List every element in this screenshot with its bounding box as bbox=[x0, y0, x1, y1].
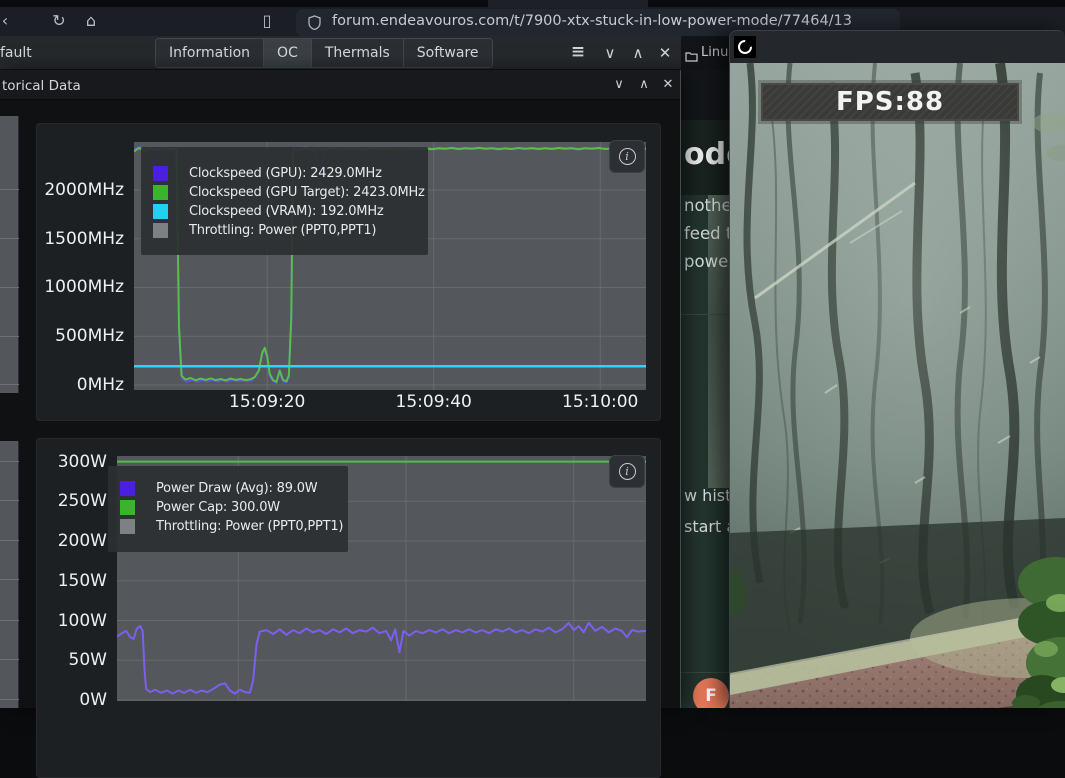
power-chart-panel: 0W 50W 100W 150W 200W 250W 300W Power Draw (Av… bbox=[36, 438, 661, 778]
browser-active-tab-edge[interactable] bbox=[488, 0, 648, 7]
legend-label: Clockspeed (GPU Target): 2423.0MHz bbox=[189, 185, 425, 200]
y-tick-label: 1000MHz bbox=[44, 277, 124, 297]
historical-data-window: torical Data ∨ ∧ ✕ 0MHz 500MHz 1000MHz 1500… bbox=[0, 70, 681, 708]
legend-swatch bbox=[153, 166, 168, 181]
clockspeed-y-axis-labels: 0MHz500MHz1000MHz1500MHz2000MHz bbox=[37, 142, 129, 390]
y-tick-label: 1500MHz bbox=[44, 229, 124, 249]
legend-row: Throttling: Power (PPT0,PPT1) bbox=[141, 221, 428, 240]
bookmarks-bar: Linu bbox=[681, 36, 729, 70]
legend-swatch bbox=[153, 223, 168, 238]
y-tick-label: 0W bbox=[79, 690, 107, 710]
tab-bar: InformationOCThermalsSoftware bbox=[155, 38, 493, 68]
tab-information[interactable]: Information bbox=[156, 39, 264, 67]
info-button[interactable]: i bbox=[609, 455, 645, 488]
game-titlebar[interactable] bbox=[730, 31, 1065, 63]
y-tick-label: 300W bbox=[58, 452, 107, 472]
bookmark-label[interactable]: Linu bbox=[701, 45, 728, 60]
y-tick-label: 50W bbox=[69, 650, 107, 670]
corectrl-window-header: fault InformationOCThermalsSoftware ≡ ∨ … bbox=[0, 36, 681, 70]
background-chart-sliver bbox=[0, 116, 19, 393]
forest-scene-graphic bbox=[730, 63, 1065, 708]
game-scene bbox=[730, 63, 1065, 708]
post-text-fragment: nother bbox=[684, 196, 729, 215]
reload-icon[interactable]: ↻ bbox=[48, 11, 70, 30]
power-y-axis-labels: 0W50W100W150W200W250W300W bbox=[37, 456, 112, 701]
legend-swatch bbox=[153, 185, 168, 200]
legend-swatch bbox=[153, 204, 168, 219]
menu-icon[interactable]: ≡ bbox=[568, 42, 588, 62]
y-tick-label: 200W bbox=[58, 531, 107, 551]
user-avatar[interactable]: F bbox=[693, 678, 729, 708]
legend-swatch bbox=[120, 519, 135, 534]
fps-overlay: FPS:88 bbox=[761, 83, 1019, 121]
y-tick-label: 250W bbox=[58, 491, 107, 511]
y-tick-label: 2000MHz bbox=[44, 180, 124, 200]
window-titlebar[interactable]: torical Data ∨ ∧ ✕ bbox=[0, 70, 680, 100]
y-tick-label: 0MHz bbox=[77, 375, 124, 395]
legend-row: Clockspeed (GPU): 2429.0MHz bbox=[141, 164, 428, 183]
post-text-fragment: start a bbox=[684, 517, 729, 536]
info-icon: i bbox=[619, 463, 636, 480]
clockspeed-x-axis-labels: 15:09:2015:09:4015:10:00 bbox=[134, 392, 646, 414]
page-icon[interactable]: ▯ bbox=[256, 11, 278, 30]
home-icon[interactable]: ⌂ bbox=[80, 11, 102, 30]
fps-counter: FPS:88 bbox=[836, 87, 944, 117]
game-app-icon bbox=[734, 36, 756, 58]
maximize-icon[interactable]: ∧ bbox=[635, 77, 653, 92]
post-divider bbox=[681, 672, 729, 673]
x-tick-label: 15:09:40 bbox=[384, 392, 484, 412]
legend-swatch bbox=[120, 481, 135, 496]
back-icon[interactable]: ‹ bbox=[0, 11, 16, 30]
forum-page-sliver: Linu ode nother feed th power w histo st… bbox=[681, 36, 729, 708]
legend-label: Power Cap: 300.0W bbox=[156, 500, 280, 515]
legend-row: Throttling: Power (PPT0,PPT1) bbox=[108, 517, 348, 536]
post-divider bbox=[681, 314, 729, 315]
info-button[interactable]: i bbox=[609, 140, 645, 173]
legend-swatch bbox=[120, 500, 135, 515]
info-icon: i bbox=[619, 148, 636, 165]
tab-software[interactable]: Software bbox=[404, 39, 492, 67]
folder-icon[interactable] bbox=[685, 47, 698, 66]
legend-label: Throttling: Power (PPT0,PPT1) bbox=[189, 223, 376, 238]
tab-oc[interactable]: OC bbox=[264, 39, 312, 67]
legend-label: Throttling: Power (PPT0,PPT1) bbox=[156, 519, 343, 534]
legend-label: Clockspeed (GPU): 2429.0MHz bbox=[189, 166, 382, 181]
x-tick-label: 15:09:20 bbox=[217, 392, 317, 412]
shield-icon[interactable] bbox=[308, 15, 321, 34]
y-tick-label: 500MHz bbox=[55, 326, 124, 346]
minimize-icon[interactable]: ∨ bbox=[600, 44, 620, 62]
game-window[interactable]: FPS:88 bbox=[729, 30, 1065, 708]
legend-row: Clockspeed (VRAM): 192.0MHz bbox=[141, 202, 428, 221]
url-text[interactable]: forum.endeavouros.com/t/7900-xtx-stuck-i… bbox=[332, 13, 852, 29]
legend-row: Clockspeed (GPU Target): 2423.0MHz bbox=[141, 183, 428, 202]
y-tick-label: 150W bbox=[58, 571, 107, 591]
legend-label: Power Draw (Avg): 89.0W bbox=[156, 481, 317, 496]
close-icon[interactable]: ✕ bbox=[659, 77, 677, 92]
minimize-icon[interactable]: ∨ bbox=[610, 77, 628, 92]
power-legend: Power Draw (Avg): 89.0W Power Cap: 300.0W… bbox=[108, 466, 348, 552]
close-icon[interactable]: ✕ bbox=[655, 44, 675, 62]
legend-row: Power Cap: 300.0W bbox=[108, 498, 348, 517]
window-title: torical Data bbox=[2, 78, 81, 94]
clockspeed-legend: Clockspeed (GPU): 2429.0MHz Clockspeed (G… bbox=[141, 147, 428, 255]
y-tick-label: 100W bbox=[58, 611, 107, 631]
clockspeed-chart-panel: 0MHz 500MHz 1000MHz 1500MHz 2000MHz 15:09:20… bbox=[36, 123, 661, 421]
background-chart-sliver bbox=[0, 441, 19, 708]
tab-thermals[interactable]: Thermals bbox=[312, 39, 404, 67]
post-text-fragment: w histo bbox=[684, 486, 729, 505]
page-top-area bbox=[681, 70, 729, 120]
legend-label: Clockspeed (VRAM): 192.0MHz bbox=[189, 204, 384, 219]
legend-row: Power Draw (Avg): 89.0W bbox=[108, 479, 348, 498]
maximize-icon[interactable]: ∧ bbox=[628, 44, 648, 62]
post-text-fragment: power bbox=[684, 252, 729, 271]
x-tick-label: 15:10:00 bbox=[550, 392, 650, 412]
profile-label: fault bbox=[0, 45, 32, 61]
topic-header-banner: ode bbox=[681, 120, 729, 195]
topic-title-fragment: ode bbox=[684, 137, 729, 172]
post-text-fragment: feed th bbox=[684, 224, 729, 243]
